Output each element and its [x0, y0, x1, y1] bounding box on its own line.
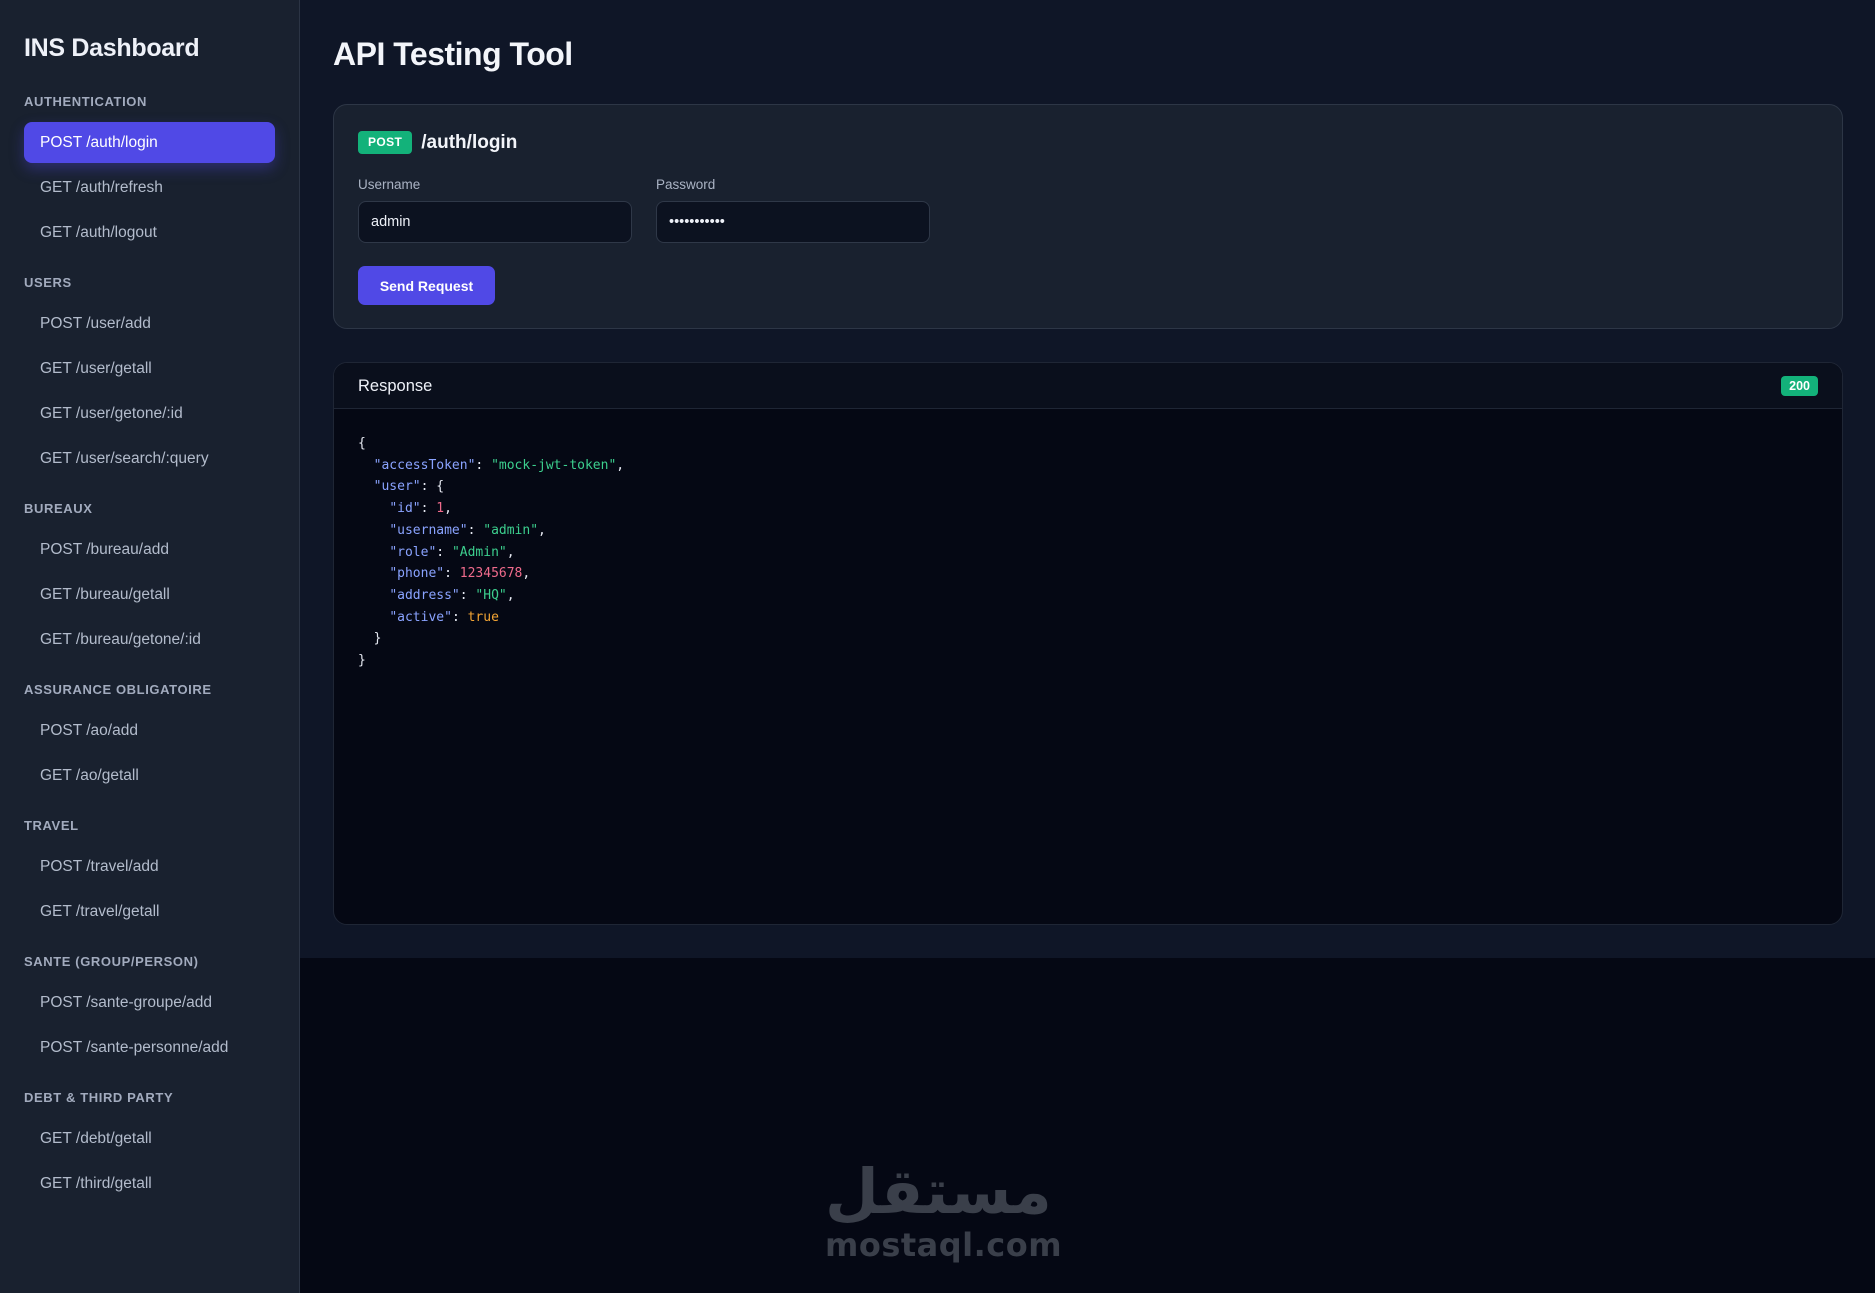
method-badge: POST: [358, 131, 413, 154]
main-content: API Testing Tool POST /auth/login Userna…: [300, 0, 1875, 958]
password-label: Password: [656, 177, 716, 192]
sidebar-item[interactable]: GET /auth/logout: [24, 212, 275, 253]
nav-section-label: AUTHENTICATION: [24, 94, 147, 109]
sidebar-nav: AUTHENTICATION POST /auth/login GET /auth/…: [24, 94, 275, 1204]
response-json-body[interactable]: { "accessToken": "mock-jwt-token", "user…: [334, 409, 1842, 696]
sidebar-item[interactable]: GET /debt/getall: [24, 1118, 275, 1159]
sidebar-item[interactable]: POST /sante-groupe/add: [24, 982, 275, 1023]
sidebar-item[interactable]: POST /sante-personne/add: [24, 1027, 275, 1068]
nav-group: AUTHENTICATION POST /auth/login GET /auth/…: [24, 94, 275, 253]
username-input[interactable]: [358, 201, 632, 243]
sidebar-item[interactable]: GET /bureau/getall: [24, 574, 275, 615]
nav-section-label: BUREAUX: [24, 501, 93, 516]
sidebar-item[interactable]: GET /travel/getall: [24, 891, 275, 932]
sidebar-item[interactable]: GET /ao/getall: [24, 755, 275, 796]
response-header: Response 200: [334, 363, 1842, 409]
nav-section-label: USERS: [24, 275, 72, 290]
sidebar-item[interactable]: GET /user/getone/:id: [24, 393, 275, 434]
nav-group: BUREAUX POST /bureau/add GET /bureau/getal…: [24, 501, 275, 660]
nav-section-label: DEBT & THIRD PARTY: [24, 1090, 174, 1105]
response-panel: Response 200 { "accessToken": "mock-jwt-…: [333, 362, 1843, 925]
sidebar-item[interactable]: POST /auth/login: [24, 122, 275, 163]
endpoint-path: /auth/login: [421, 131, 518, 153]
request-card: POST /auth/login Username Password Send …: [333, 104, 1843, 329]
nav-section-label: ASSURANCE OBLIGATOIRE: [24, 682, 212, 697]
sidebar-item[interactable]: POST /bureau/add: [24, 529, 275, 570]
nav-group: ASSURANCE OBLIGATOIRE POST /ao/add GET /ao…: [24, 682, 275, 796]
sidebar: INS Dashboard AUTHENTICATION POST /auth/l…: [0, 0, 300, 1293]
status-badge: 200: [1781, 376, 1818, 396]
nav-group: TRAVEL POST /travel/add GET /travel/getall: [24, 818, 275, 932]
brand-title: INS Dashboard: [24, 34, 200, 62]
password-input[interactable]: [656, 201, 930, 243]
sidebar-item[interactable]: GET /third/getall: [24, 1163, 275, 1204]
nav-group: DEBT & THIRD PARTY GET /debt/getall GET /t…: [24, 1090, 275, 1204]
username-field-group: Username: [358, 177, 632, 243]
nav-group: USERS POST /user/add GET /user/getall GET /…: [24, 275, 275, 479]
response-title: Response: [358, 377, 433, 395]
sidebar-item[interactable]: GET /user/getall: [24, 348, 275, 389]
watermark-arabic-text: مستقل: [825, 1155, 1052, 1228]
sidebar-item[interactable]: POST /user/add: [24, 303, 275, 344]
sidebar-item[interactable]: GET /bureau/getone/:id: [24, 619, 275, 660]
username-label: Username: [358, 177, 421, 192]
endpoint-header: POST /auth/login: [358, 131, 517, 154]
page-title: API Testing Tool: [333, 36, 573, 72]
nav-section-label: SANTE (GROUP/PERSON): [24, 954, 199, 969]
password-field-group: Password: [656, 177, 930, 243]
send-request-button[interactable]: Send Request: [358, 266, 495, 305]
nav-group: SANTE (GROUP/PERSON) POST /sante-groupe/a…: [24, 954, 275, 1068]
nav-section-label: TRAVEL: [24, 818, 79, 833]
sidebar-item[interactable]: POST /travel/add: [24, 846, 275, 887]
watermark-latin-text: mostaql.com: [825, 1226, 1063, 1264]
sidebar-item[interactable]: GET /user/search/:query: [24, 438, 275, 479]
sidebar-item[interactable]: POST /ao/add: [24, 710, 275, 751]
watermark-logo: مستقل mostaql.com: [825, 1155, 1063, 1264]
sidebar-item[interactable]: GET /auth/refresh: [24, 167, 275, 208]
